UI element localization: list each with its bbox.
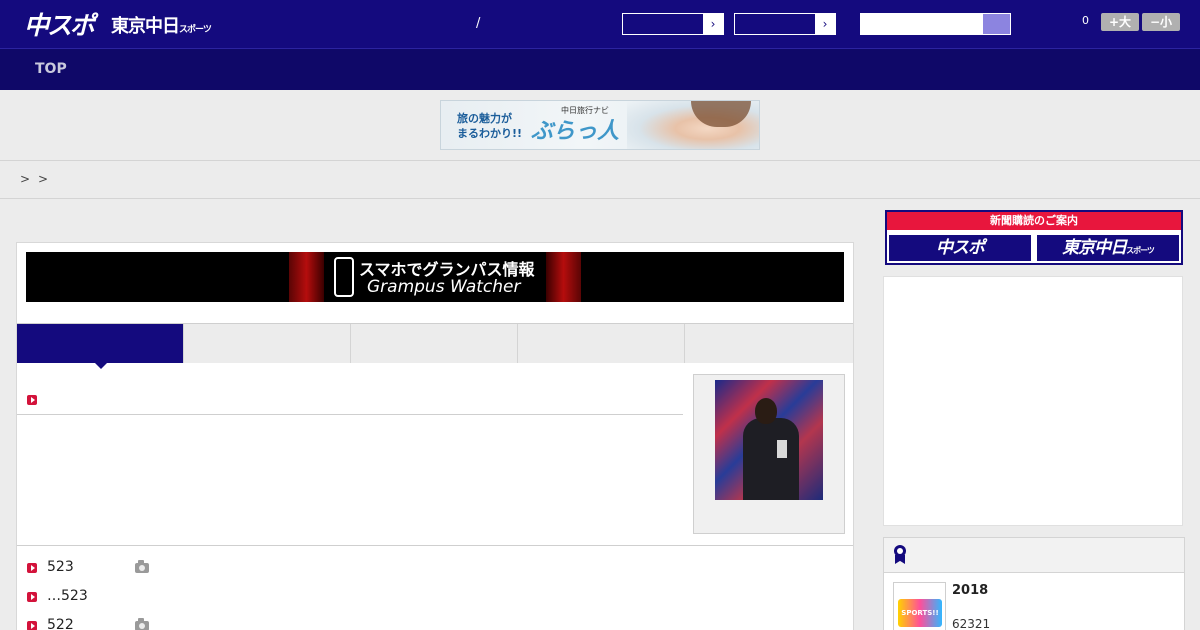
breadcrumb-separator: > [20, 172, 31, 186]
tab-3[interactable] [351, 324, 518, 363]
travel-banner-line1: 旅の魅力が [457, 112, 512, 125]
tokyo-chunichi-logo-text: 東京中日 [111, 16, 180, 37]
red-bullet-icon [27, 621, 37, 630]
travel-navi-banner[interactable]: 旅の魅力が まるわかり!! 中日旅行ナビ ぶらっ人 [440, 100, 760, 150]
headline-divider [17, 414, 683, 415]
headline-photo [715, 380, 823, 500]
ranking-item-title[interactable]: 2018 [952, 583, 988, 598]
section-select-1[interactable]: › [622, 13, 724, 35]
ranking-header [884, 538, 1184, 573]
travel-banner-name: ぶらっ人 [531, 119, 620, 144]
nav-item-top[interactable]: TOP [35, 61, 67, 77]
active-tab-pointer [95, 363, 107, 369]
breadcrumb: > > [0, 161, 1200, 199]
ranking-thumbnail-label: SPORTS!! [898, 599, 942, 627]
site-header: 中スポ 東京中日スポーツ / › › 0 +大 −小 [0, 0, 1200, 48]
subscription-heading: 新聞購読のご案内 [887, 212, 1181, 230]
subscription-box: 新聞購読のご案内 中スポ 東京中日スポーツ [885, 210, 1183, 265]
list-item-text: 522 [47, 617, 74, 630]
tab-1[interactable] [17, 324, 184, 363]
ranking-item-number: 62321 [952, 617, 991, 630]
font-larger-button[interactable]: +大 [1101, 13, 1139, 31]
chuspo-logo[interactable]: 中スポ [24, 6, 95, 42]
subscribe-tokyo-small: スポーツ [1126, 246, 1155, 255]
medal-icon [894, 545, 906, 565]
main-nav: TOP [0, 48, 1200, 90]
subscribe-tokyo-label: 東京中日 [1062, 238, 1127, 258]
search-input[interactable] [860, 13, 984, 35]
chevron-right-icon: › [815, 14, 835, 34]
font-smaller-button[interactable]: −小 [1142, 13, 1180, 31]
subscribe-tokyo-button[interactable]: 東京中日スポーツ [1035, 233, 1181, 263]
grampus-banner-line2: Grampus Watcher [367, 277, 521, 297]
header-separator: / [476, 16, 481, 31]
search-button[interactable] [982, 13, 1011, 35]
red-bullet-icon [27, 563, 37, 573]
photo-figure-head [755, 398, 777, 424]
ranking-thumbnail[interactable]: SPORTS!! [893, 582, 946, 630]
breadcrumb-separator: > [38, 172, 49, 186]
sidebar-ad[interactable] [883, 276, 1183, 526]
category-tabs [17, 323, 853, 363]
photo-figure-body [743, 418, 799, 500]
subscribe-chuspo-button[interactable]: 中スポ [887, 233, 1033, 263]
font-size-count: 0 [1082, 14, 1089, 27]
red-bullet-icon [27, 592, 37, 602]
tokyo-chunichi-logo[interactable]: 東京中日スポーツ [111, 12, 212, 38]
tab-2[interactable] [184, 324, 351, 363]
photo-figure-tag [777, 440, 787, 458]
travel-banner-copy: 旅の魅力が まるわかり!! [457, 111, 522, 141]
camera-icon [135, 560, 149, 573]
red-bullet-icon [27, 395, 37, 405]
tab-5[interactable] [685, 324, 853, 363]
list-item-text: …523 [47, 588, 88, 604]
headline-thumbnail[interactable] [693, 374, 845, 534]
grampus-watcher-banner[interactable]: スマホでグランパス情報 Grampus Watcher [26, 252, 844, 302]
ad-banner-band: 旅の魅力が まるわかり!! 中日旅行ナビ ぶらっ人 [0, 90, 1200, 161]
tab-4[interactable] [518, 324, 685, 363]
list-divider [17, 545, 853, 546]
smartphone-icon [334, 257, 354, 297]
tokyo-chunichi-logo-small: スポーツ [179, 25, 212, 35]
top-headline[interactable] [27, 390, 37, 409]
chevron-right-icon: › [703, 14, 723, 34]
camera-icon [135, 618, 149, 630]
ranking-box: SPORTS!! 2018 62321 [883, 537, 1185, 630]
section-select-2[interactable]: › [734, 13, 836, 35]
list-item-text: 523 [47, 559, 74, 575]
main-content: スマホでグランパス情報 Grampus Watcher 523 …523 522 [16, 242, 854, 630]
travel-banner-line2: まるわかり!! [457, 127, 523, 140]
